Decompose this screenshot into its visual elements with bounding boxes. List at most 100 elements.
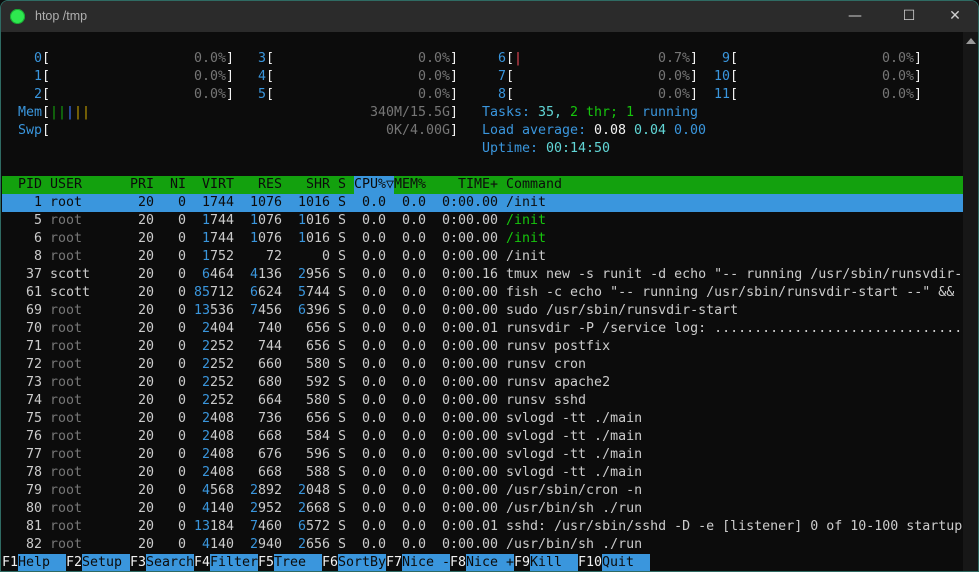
column-header-virt[interactable]: VIRT <box>202 176 234 194</box>
footer-button-nice[interactable]: Nice - <box>402 554 450 571</box>
mem-cell: 0.0 <box>402 213 427 228</box>
process-row[interactable]: 72 root 20 0 2252 660 580 S 0.0 0.0 0:00.00 runsv c… <box>2 356 963 374</box>
running-label: running <box>642 105 699 120</box>
footer-button-search[interactable]: Search <box>146 554 194 571</box>
process-row[interactable]: 74 root 20 0 2252 664 580 S 0.0 0.0 0:00.00 runsv s… <box>2 392 963 410</box>
process-row[interactable]: 71 root 20 0 2252 744 656 S 0.0 0.0 0:00.00 runsv p… <box>2 338 963 356</box>
process-row[interactable]: 61 scott 20 0 85712 6624 5744 S 0.0 0.0 0:00.00 fis… <box>2 284 963 302</box>
mem-cell: 0.0 <box>402 537 427 552</box>
process-table-header: PID USER PRI NI VIRT RES SHR S CPU%▽ MEM% TIME+ Com… <box>2 176 963 194</box>
user-cell: root <box>50 447 83 462</box>
process-row[interactable]: 70 root 20 0 2404 740 656 S 0.0 0.0 0:00.01 runsvdi… <box>2 320 963 338</box>
function-key-f6[interactable]: F6 <box>322 554 338 571</box>
scrollbar[interactable] <box>963 32 978 571</box>
column-header-cpu-sorted[interactable]: CPU%▽ <box>354 176 395 194</box>
column-header-state[interactable]: S <box>338 176 346 194</box>
process-row[interactable]: 80 root 20 0 4140 2952 2668 S 0.0 0.0 0:00.00/usr/… <box>2 500 963 518</box>
user-cell: root <box>50 537 83 552</box>
footer-button-help[interactable]: Help <box>18 554 66 571</box>
footer-button-quit[interactable]: Quit <box>602 554 650 571</box>
time-cell: 0:00.00 <box>442 357 499 372</box>
virt-cell: 1744 <box>202 213 235 228</box>
process-row[interactable]: 82 root 20 0 4140 2940 2656 S 0.0 0.0 0:00.00/usr/… <box>2 536 963 554</box>
command-cell: fish -c echo "-- running /usr/sbin/runsv… <box>506 285 955 300</box>
process-row[interactable]: 8 root 20 0 1752 72 0 S 0.0 0.0 0:00.00/init <box>2 248 963 266</box>
command-cell: /init <box>506 231 547 246</box>
footer-button-setup[interactable]: Setup <box>82 554 130 571</box>
column-header-time[interactable]: TIME+ <box>458 176 498 194</box>
pid-cell: 70 <box>26 321 43 336</box>
state-cell: S <box>338 375 347 390</box>
column-header-user[interactable]: USER <box>50 176 82 194</box>
running-count: 1 <box>626 105 635 120</box>
virt-cell: 2252 <box>202 339 235 354</box>
title-bar[interactable]: htop /tmp — ☐ ✕ <box>1 1 978 32</box>
ni-cell: 0 <box>178 483 187 498</box>
uptime-label: Uptime: <box>482 141 547 156</box>
column-header-command[interactable]: Command <box>506 176 562 194</box>
cpu-cell: 0.0 <box>362 267 387 282</box>
cpu-usage-value: 0.0% <box>418 51 451 66</box>
footer-button-nice[interactable]: Nice + <box>466 554 514 571</box>
ni-cell: 0 <box>178 213 187 228</box>
command-cell: svlogd -tt ./main <box>506 447 643 462</box>
column-header-pid[interactable]: PID <box>18 176 42 194</box>
column-header-res[interactable]: RES <box>258 176 282 194</box>
state-cell: S <box>338 411 347 426</box>
process-row[interactable]: 69 root 20 0 13536 7456 6396 S 0.0 0.0 0:00.00 sudo… <box>2 302 963 320</box>
footer-button-sortby[interactable]: SortBy <box>338 554 386 571</box>
function-key-f1[interactable]: F1 <box>2 554 18 571</box>
ni-cell: 0 <box>178 321 187 336</box>
process-row[interactable]: 37 scott 20 0 6464 4136 2956 S 0.0 0.0 0:00.16 tmux… <box>2 266 963 284</box>
pid-cell: 6 <box>34 231 43 246</box>
shr-cell: 6396 <box>298 303 331 318</box>
minimize-button[interactable]: — <box>832 1 878 32</box>
process-row[interactable]: 1 root 20 0 1744 1076 1016 S 0.0 0.0 0:00.00/init <box>2 194 963 212</box>
column-header-shr[interactable]: SHR <box>306 176 330 194</box>
maximize-button[interactable]: ☐ <box>886 1 932 32</box>
footer-button-filter[interactable]: Filter <box>210 554 258 571</box>
meter-bracket: ] <box>914 69 923 84</box>
scroll-up-arrow-icon[interactable] <box>966 38 976 44</box>
function-key-f7[interactable]: F7 <box>386 554 402 571</box>
footer-button-kill[interactable]: Kill <box>530 554 578 571</box>
process-row[interactable]: 78 root 20 0 2408 668 588 S 0.0 0.0 0:00.00 svlogd … <box>2 464 963 482</box>
cpu-usage-value: 0.0% <box>882 51 915 66</box>
process-row[interactable]: 79 root 20 0 4568 2892 2048 S 0.0 0.0 0:00.00/usr/… <box>2 482 963 500</box>
function-key-f3[interactable]: F3 <box>130 554 146 571</box>
process-row[interactable]: 75 root 20 0 2408 736 656 S 0.0 0.0 0:00.00 svlogd … <box>2 410 963 428</box>
meter-bracket: ] <box>450 123 459 138</box>
time-cell: 0:00.00 <box>442 483 499 498</box>
htop-terminal[interactable]: 0[0.0%] 3[0.0%] 6[| 0.7%] 9[0.0%] 1[0.0%] 4[0.… <box>2 32 963 571</box>
res-cell: 2892 <box>250 483 283 498</box>
process-row[interactable]: 5 root 20 0 1744 1076 1016 S 0.0 0.0 0:00.00/init <box>2 212 963 230</box>
function-key-f2[interactable]: F2 <box>66 554 82 571</box>
mem-cell: 0.0 <box>402 195 427 210</box>
column-header-ni[interactable]: NI <box>170 176 186 194</box>
res-cell: 1076 <box>250 195 283 210</box>
ni-cell: 0 <box>178 285 187 300</box>
process-row[interactable]: 73 root 20 0 2252 680 592 S 0.0 0.0 0:00.00 runsv a… <box>2 374 963 392</box>
meter-bracket: ] <box>226 51 235 66</box>
function-key-f4[interactable]: F4 <box>194 554 210 571</box>
process-row[interactable]: 76 root 20 0 2408 668 584 S 0.0 0.0 0:00.00 svlogd … <box>2 428 963 446</box>
column-header-pri[interactable]: PRI <box>130 176 154 194</box>
column-header-mem[interactable]: MEM% <box>394 176 426 194</box>
function-key-f8[interactable]: F8 <box>450 554 466 571</box>
function-key-f10[interactable]: F10 <box>578 554 602 571</box>
close-button[interactable]: ✕ <box>932 1 978 32</box>
process-row[interactable]: 6 root 20 0 1744 1076 1016 S 0.0 0.0 0:00.00/init <box>2 230 963 248</box>
cpu-usage-value: 0.0% <box>658 69 691 84</box>
function-key-f9[interactable]: F9 <box>514 554 530 571</box>
mem-cell: 0.0 <box>402 303 427 318</box>
process-row[interactable]: 77 root 20 0 2408 676 596 S 0.0 0.0 0:00.00 svlogd … <box>2 446 963 464</box>
meter-row: 2[0.0%] 5[0.0%] 8[0.0%] 11[0.0%] <box>2 86 963 104</box>
ni-cell: 0 <box>178 267 187 282</box>
meter-row: Mem[| | | | | 340M/15.5G] Tasks: 35, 2 thr; 1 run… <box>2 104 963 122</box>
function-key-f5[interactable]: F5 <box>258 554 274 571</box>
pid-cell: 69 <box>26 303 43 318</box>
res-cell: 1076 <box>250 231 283 246</box>
tasks-label: Tasks: <box>482 105 539 120</box>
process-row[interactable]: 81 root 20 0 13184 7460 6572 S 0.0 0.0 0:00.01 sshd… <box>2 518 963 536</box>
footer-button-tree[interactable]: Tree <box>274 554 322 571</box>
